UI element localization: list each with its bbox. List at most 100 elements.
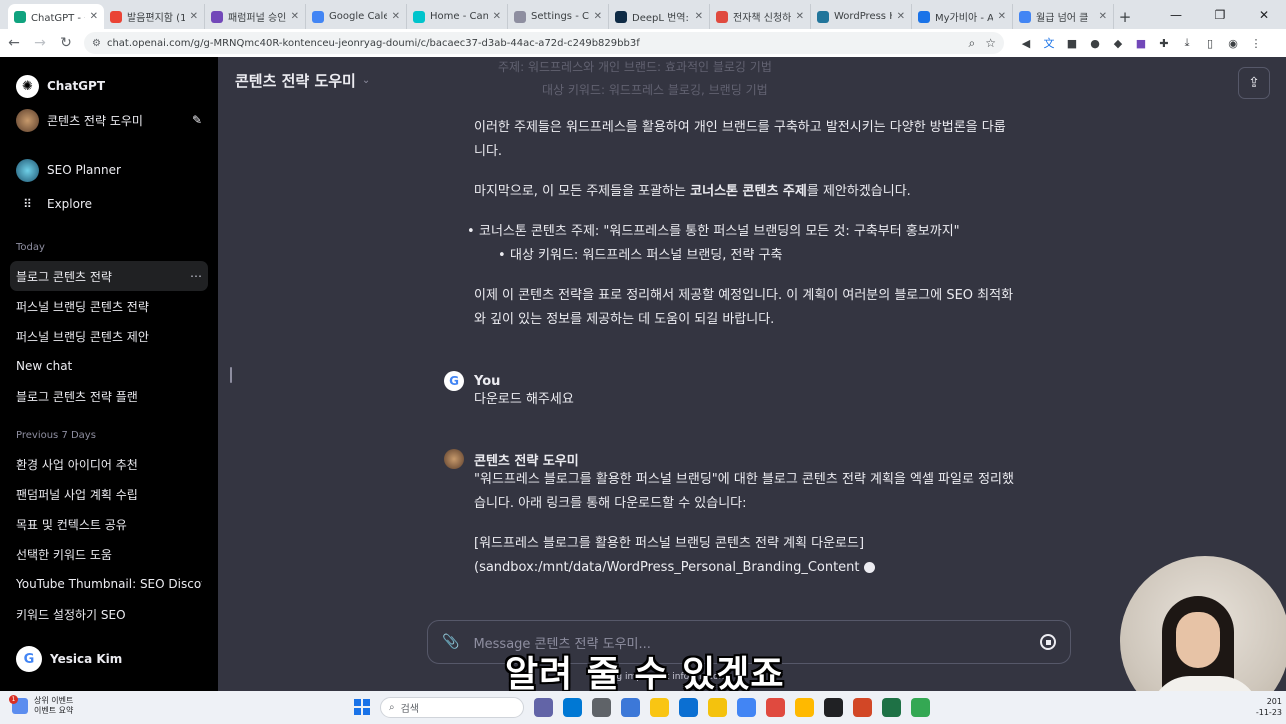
- extension-icon[interactable]: ■: [1133, 35, 1149, 51]
- sidebar-chat-item[interactable]: New chat: [10, 351, 208, 381]
- new-chatgpt-row[interactable]: ✺ ChatGPT: [10, 69, 208, 103]
- model-selector-title[interactable]: 콘텐츠 전략 도우미: [235, 70, 356, 91]
- reload-icon[interactable]: ↻: [54, 31, 78, 55]
- gpt-name: 콘텐츠 전략 도우미: [47, 113, 143, 128]
- taskbar-app-icon[interactable]: [679, 698, 698, 717]
- taskbar-search[interactable]: ⌕ 검색: [380, 697, 524, 718]
- sidepanel-icon[interactable]: ▯: [1202, 35, 1218, 51]
- taskbar-app-icon[interactable]: [853, 698, 872, 717]
- sidebar-explore[interactable]: ⠿ Explore: [10, 187, 208, 221]
- taskbar-app-icon[interactable]: [766, 698, 785, 717]
- tab-close-icon[interactable]: ✕: [897, 11, 905, 22]
- close-window-button[interactable]: ✕: [1242, 0, 1286, 29]
- stop-icon: [1045, 639, 1051, 645]
- browser-tab[interactable]: 발음편지함 (1 ✕: [104, 4, 205, 29]
- sidebar-chat-item[interactable]: 퍼스널 브랜딩 콘텐츠 제안: [10, 321, 208, 351]
- forward-icon[interactable]: →: [28, 31, 52, 55]
- attach-paperclip-icon[interactable]: 📎: [442, 634, 459, 650]
- url-text[interactable]: chat.openai.com/g/g-MRNQmc40R-kontenceu-…: [107, 38, 959, 49]
- extension-icon[interactable]: ■: [1064, 35, 1080, 51]
- chat-item-label: 블로그 콘텐츠 전략: [16, 269, 112, 284]
- taskbar-app-icon[interactable]: [708, 698, 727, 717]
- tab-close-icon[interactable]: ✕: [796, 11, 804, 22]
- menu-kebab-icon[interactable]: ⋮: [1248, 35, 1264, 51]
- sidebar-chat-item[interactable]: 키워드 설정하기 SEO: [10, 599, 208, 629]
- url-omnibox[interactable]: ⚙ chat.openai.com/g/g-MRNQmc40R-kontence…: [84, 32, 1004, 54]
- share-button[interactable]: ⇪: [1238, 67, 1270, 99]
- sidebar-chat-item[interactable]: 퍼스널 브랜딩 콘텐츠 전략: [10, 291, 208, 321]
- new-tab-button[interactable]: +: [1114, 4, 1136, 29]
- address-bar-row: ← → ↻ ⚙ chat.openai.com/g/g-MRNQmc40R-ko…: [0, 29, 1286, 57]
- start-button-icon[interactable]: [354, 699, 370, 715]
- browser-tab[interactable]: Google Calend ✕: [306, 4, 407, 29]
- sidebar-gpt-seo-planner[interactable]: SEO Planner: [10, 153, 208, 187]
- taskbar-app-icon[interactable]: [650, 698, 669, 717]
- sidebar-chat-item[interactable]: 블로그 콘텐츠 전략 ⋯: [10, 261, 208, 291]
- sub-bullet-item: 대상 키워드: 워드프레스 퍼스널 브랜딩, 전략 구축: [498, 246, 782, 266]
- download-link-text[interactable]: [워드프레스 블로그를 활용한 퍼스널 브랜딩 콘텐츠 전략 계획 다운로드]: [474, 532, 1064, 556]
- taskbar-clock[interactable]: 201 -11-23: [1256, 696, 1282, 718]
- taskbar-app-icon[interactable]: [737, 698, 756, 717]
- tab-close-icon[interactable]: ✕: [392, 11, 400, 22]
- browser-tab-strip: ChatGPT - 콘텐✕발음편지함 (1✕패럼퍼널 승인✕Google Cal…: [0, 0, 1286, 29]
- chevron-down-icon[interactable]: ⌄: [362, 75, 370, 86]
- site-settings-icon[interactable]: ⚙: [92, 38, 101, 49]
- stop-generating-button[interactable]: [1040, 634, 1056, 650]
- browser-tab[interactable]: 월급 넘어 클 ✕: [1013, 4, 1114, 29]
- browser-tab[interactable]: 전자책 신청하 ✕: [710, 4, 811, 29]
- user-profile-button[interactable]: G Yesica Kim: [10, 642, 208, 676]
- taskbar-app-icon[interactable]: [795, 698, 814, 717]
- assistant-paragraph: 마지막으로, 이 모든 주제들을 포괄하는 코너스톤 콘텐츠 주제를 제안하겠습…: [474, 180, 1054, 204]
- paragraph-line: 와 깊이 있는 정보를 제공하는 데 도움이 되길 바랍니다.: [474, 312, 775, 327]
- tab-label: DeepL 번역: A: [632, 13, 690, 24]
- taskbar-app-icon[interactable]: [563, 698, 582, 717]
- sidebar-chat-item[interactable]: 선택한 키워드 도움: [10, 539, 208, 569]
- tab-close-icon[interactable]: ✕: [695, 11, 703, 22]
- tab-close-icon[interactable]: ✕: [1099, 11, 1107, 22]
- translate-icon[interactable]: 文: [1041, 35, 1057, 51]
- chat-item-label: 팬덤퍼널 사업 계획 수립: [16, 487, 138, 502]
- sidebar-toggle-handle[interactable]: [230, 367, 232, 383]
- back-icon[interactable]: ←: [2, 31, 26, 55]
- tab-close-icon[interactable]: ✕: [291, 11, 299, 22]
- sidebar-chat-item[interactable]: 팬덤퍼널 사업 계획 수립: [10, 479, 208, 509]
- zoom-icon[interactable]: ⌕: [969, 36, 976, 51]
- new-chat-edit-icon[interactable]: ✎: [192, 113, 202, 127]
- media-icon[interactable]: ◀: [1018, 35, 1034, 51]
- download-link-path[interactable]: (sandbox:/mnt/data/WordPress_Personal_Br…: [474, 560, 860, 575]
- taskbar-app-icon[interactable]: [882, 698, 901, 717]
- openai-extension-icon[interactable]: ●: [1087, 35, 1103, 51]
- maximize-button[interactable]: ❐: [1198, 0, 1242, 29]
- tab-close-icon[interactable]: ✕: [190, 11, 198, 22]
- browser-tab[interactable]: 패럼퍼널 승인 ✕: [205, 4, 306, 29]
- sidebar-chat-item[interactable]: 목표 및 컨텍스트 공유: [10, 509, 208, 539]
- browser-tab[interactable]: Home - Canva ✕: [407, 4, 508, 29]
- browser-tab[interactable]: Settings - Can ✕: [508, 4, 609, 29]
- bookmark-star-icon[interactable]: ☆: [985, 36, 996, 50]
- gpt-row-current[interactable]: 콘텐츠 전략 도우미 ✎: [10, 103, 208, 137]
- sidebar-chat-item[interactable]: 환경 사업 아이디어 추천: [10, 449, 208, 479]
- browser-tab[interactable]: WordPress Ho ✕: [811, 4, 912, 29]
- tab-label: 발음편지함 (1: [127, 13, 185, 24]
- taskbar-app-icon[interactable]: [911, 698, 930, 717]
- minimize-button[interactable]: —: [1154, 0, 1198, 29]
- download-icon[interactable]: ⤓: [1179, 35, 1195, 51]
- more-options-icon[interactable]: ⋯: [190, 269, 202, 283]
- extension-icon[interactable]: ◆: [1110, 35, 1126, 51]
- browser-tab[interactable]: My가비아 - A ✕: [912, 4, 1013, 29]
- taskbar-app-icon[interactable]: [824, 698, 843, 717]
- tab-close-icon[interactable]: ✕: [493, 11, 501, 22]
- taskbar-app-icon[interactable]: [621, 698, 640, 717]
- tab-close-icon[interactable]: ✕: [90, 11, 98, 22]
- news-widget[interactable]: 1 상위 이벤트 이벤트 요약: [9, 695, 73, 716]
- taskbar-app-icon[interactable]: [592, 698, 611, 717]
- tab-close-icon[interactable]: ✕: [998, 11, 1006, 22]
- sidebar-chat-item[interactable]: 블로그 콘텐츠 전략 플랜: [10, 381, 208, 411]
- sidebar-chat-item[interactable]: YouTube Thumbnail: SEO Discove: [10, 569, 208, 599]
- browser-tab[interactable]: ChatGPT - 콘텐 ✕: [8, 4, 104, 29]
- profile-avatar-icon[interactable]: ◉: [1225, 35, 1241, 51]
- taskbar-app-icon[interactable]: [534, 698, 553, 717]
- browser-tab[interactable]: DeepL 번역: A ✕: [609, 4, 710, 29]
- extensions-puzzle-icon[interactable]: ✚: [1156, 35, 1172, 51]
- tab-close-icon[interactable]: ✕: [594, 11, 602, 22]
